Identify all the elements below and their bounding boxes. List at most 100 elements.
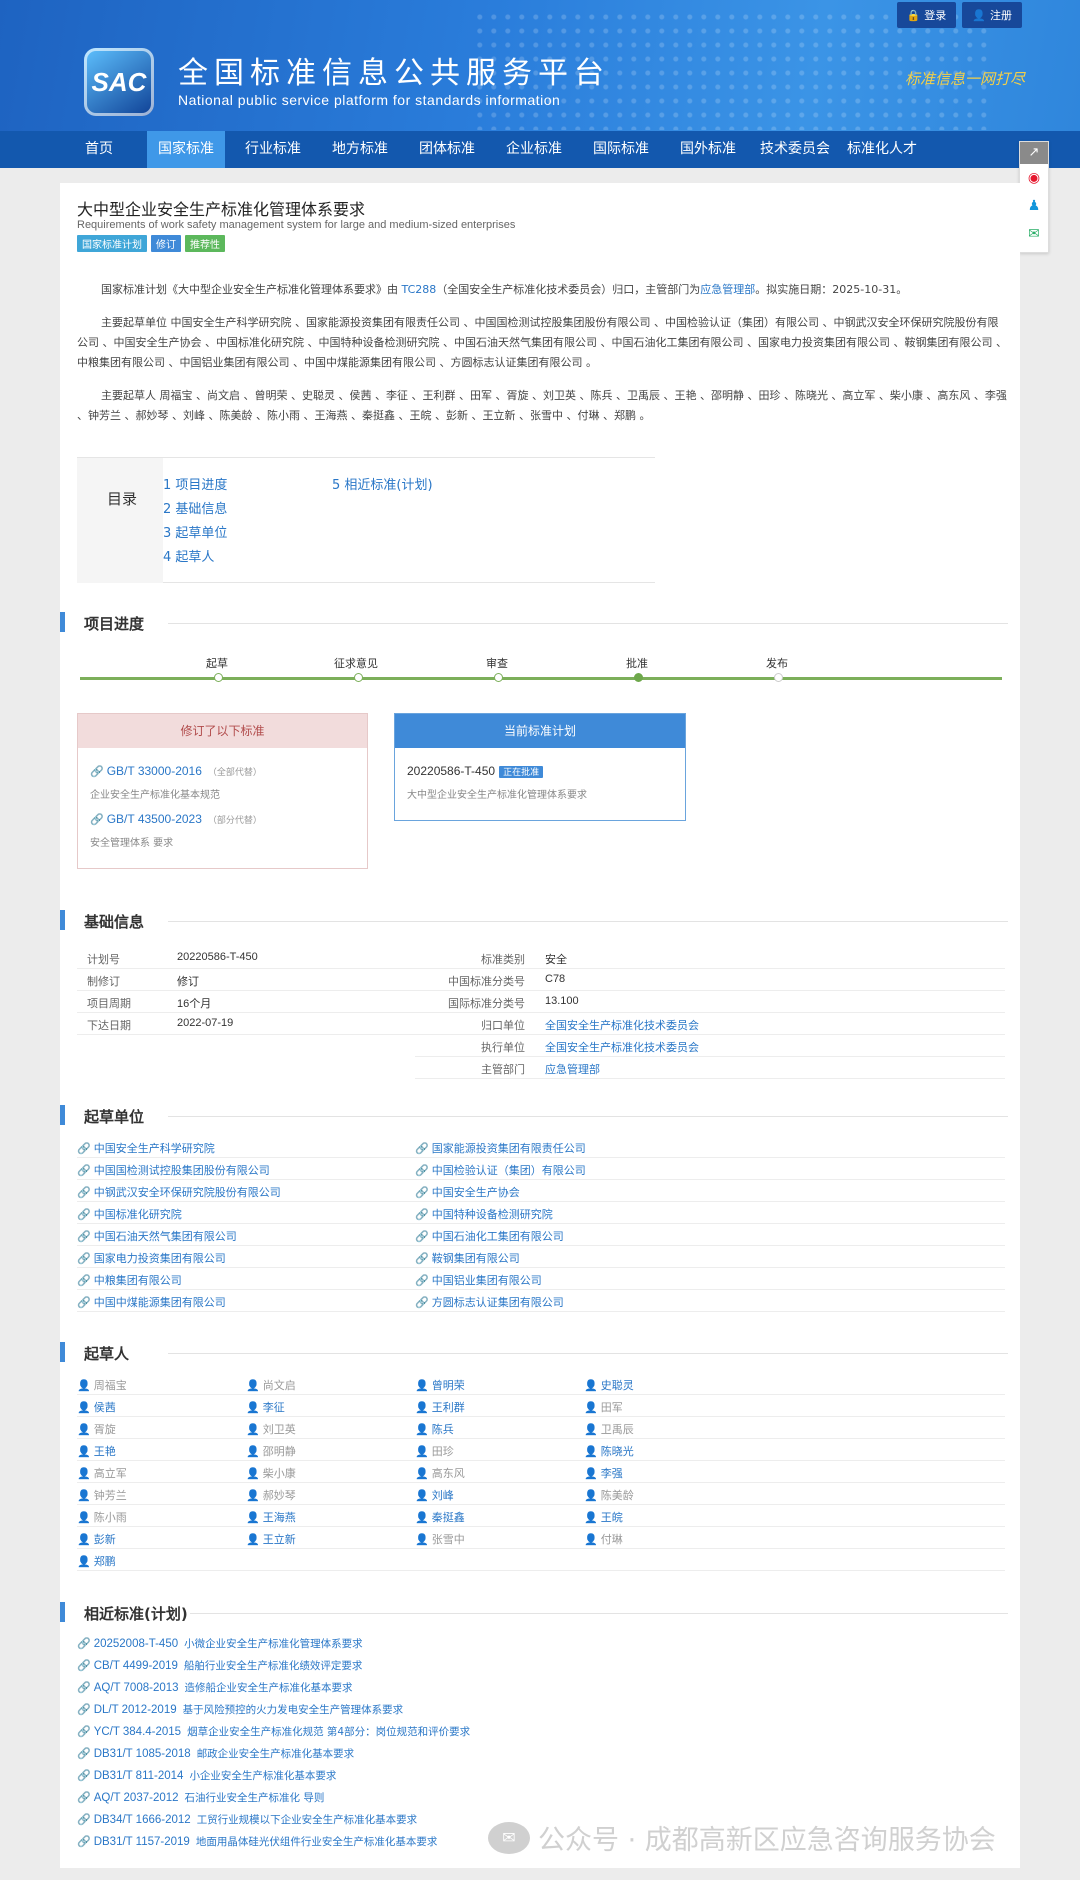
nav-national[interactable]: 国家标准 <box>147 131 225 168</box>
toc-item-progress[interactable]: 1 项目进度 <box>163 474 227 493</box>
info-row: 制修订 修订 <box>77 969 415 991</box>
nav-international[interactable]: 国际标准 <box>585 131 657 168</box>
weibo-icon[interactable]: ◉ <box>1020 164 1048 192</box>
link-icon: 🔗 <box>77 1725 91 1738</box>
unit-link[interactable]: 🔗 中钢武汉安全环保研究院股份有限公司 <box>77 1184 281 1200</box>
unit-link[interactable]: 🔗 中粮集团有限公司 <box>77 1272 182 1288</box>
section-units: 起草单位 <box>60 1105 1020 1127</box>
unit-link[interactable]: 🔗 国家电力投资集团有限公司 <box>77 1250 226 1266</box>
unit-link[interactable]: 🔗 中国国检测试控股集团股份有限公司 <box>77 1162 270 1178</box>
toc-item-basic[interactable]: 2 基础信息 <box>163 498 227 517</box>
drafter-item[interactable]: 👤 王艳 <box>77 1443 116 1459</box>
unit-link[interactable]: 🔗 中国标准化研究院 <box>77 1206 182 1222</box>
person-icon: 👤 <box>584 1401 598 1414</box>
related-standard-link[interactable]: 🔗 DB31/T 1085-2018 邮政企业安全生产标准化基本要求 <box>77 1746 354 1761</box>
revised-standards-box: 修订了以下标准 🔗 GB/T 33000-2016 （全部代替） 企业安全生产标准化… <box>77 713 368 869</box>
drafter-item[interactable]: 👤 彭新 <box>77 1531 116 1547</box>
unit-link[interactable]: 🔗 鞍钢集团有限公司 <box>415 1250 520 1266</box>
drafter-item[interactable]: 👤 王立新 <box>246 1531 296 1547</box>
drafter-item[interactable]: 👤 曾明荣 <box>415 1377 465 1393</box>
drafter-item[interactable]: 👤 李征 <box>246 1399 285 1415</box>
progress-stage-dot <box>634 673 643 682</box>
unit-link[interactable]: 🔗 中国铝业集团有限公司 <box>415 1272 542 1288</box>
toc-item-units[interactable]: 3 起草单位 <box>163 522 227 541</box>
drafters-row <box>77 1417 1005 1439</box>
toc-item-drafters[interactable]: 4 起草人 <box>163 546 214 565</box>
person-icon: 👤 <box>77 1511 91 1524</box>
link-icon: 🔗 <box>77 1769 91 1782</box>
drafter-item[interactable]: 👤 王皖 <box>584 1509 623 1525</box>
related-standard-link[interactable]: 🔗 AQ/T 2037-2012 石油行业安全生产标准化 导则 <box>77 1790 324 1805</box>
dept-link[interactable]: 应急管理部 <box>700 283 755 296</box>
person-icon: 👤 <box>415 1489 429 1502</box>
drafter-item[interactable]: 👤 王利群 <box>415 1399 465 1415</box>
drafter-item[interactable]: 👤 秦挺鑫 <box>415 1509 465 1525</box>
share-icon[interactable]: ↗ <box>1020 142 1048 164</box>
link-icon: 🔗 <box>415 1274 429 1287</box>
tc-link[interactable]: TC288 <box>402 283 437 296</box>
nav-committee[interactable]: 技术委员会 <box>756 131 834 168</box>
nav-industry[interactable]: 行业标准 <box>237 131 309 168</box>
unit-link[interactable]: 🔗 中国特种设备检测研究院 <box>415 1206 553 1222</box>
drafter-item[interactable]: 👤 刘峰 <box>415 1487 454 1503</box>
related-standard-link[interactable]: 🔗 20252008-T-450 小微企业安全生产标准化管理体系要求 <box>77 1636 363 1651</box>
register-button[interactable]: 👤 注册 <box>962 2 1022 28</box>
unit-link[interactable]: 🔗 中国中煤能源集团有限公司 <box>77 1294 226 1310</box>
person-icon: 👤 <box>246 1445 260 1458</box>
drafter-item[interactable]: 👤 陈晓光 <box>584 1443 634 1459</box>
person-icon: 👤 <box>415 1423 429 1436</box>
related-standard-link[interactable]: 🔗 DB31/T 811-2014 小企业安全生产标准化基本要求 <box>77 1768 336 1783</box>
toc-item-related[interactable]: 5 相近标准(计划) <box>332 474 433 493</box>
unit-link[interactable]: 🔗 中国安全生产科学研究院 <box>77 1140 215 1156</box>
revised-header: 修订了以下标准 <box>78 714 367 748</box>
nav-foreign[interactable]: 国外标准 <box>672 131 744 168</box>
person-icon: 👤 <box>415 1511 429 1524</box>
info-row: 计划号 20220586-T-450 <box>77 947 415 969</box>
person-icon: 👤 <box>77 1445 91 1458</box>
person-icon: 👤 <box>77 1423 91 1436</box>
related-standard-link[interactable]: 🔗 YC/T 384.4-2015 烟草企业安全生产标准化规范 第4部分：岗位规范和… <box>77 1724 470 1739</box>
sac-logo[interactable]: SAC <box>84 48 154 116</box>
unit-link[interactable]: 🔗 中国石油化工集团有限公司 <box>415 1228 564 1244</box>
nav-local[interactable]: 地方标准 <box>324 131 396 168</box>
current-plan-code-row: 20220586-T-450 正在批准 <box>407 764 544 778</box>
login-button[interactable]: 🔒 登录 <box>896 2 957 28</box>
nav-enterprise[interactable]: 企业标准 <box>498 131 570 168</box>
drafter-item[interactable]: 👤 郑鹏 <box>77 1553 116 1569</box>
link-icon: 🔗 <box>77 1142 91 1155</box>
info-row: 标准类别 安全 <box>415 947 1005 969</box>
drafter-item: 👤 陈小雨 <box>77 1511 127 1524</box>
section-related: 相近标准(计划) <box>60 1602 1020 1624</box>
unit-link[interactable]: 🔗 方圆标志认证集团有限公司 <box>415 1294 564 1310</box>
nav-talent[interactable]: 标准化人才 <box>842 131 922 168</box>
revised-item-link[interactable]: 🔗 GB/T 33000-2016 （全部代替） <box>90 764 262 778</box>
drafter-item[interactable]: 👤 陈兵 <box>415 1421 454 1437</box>
nav-group[interactable]: 团体标准 <box>411 131 483 168</box>
tag-plan: 国家标准计划 <box>77 235 147 252</box>
related-standard-link[interactable]: 🔗 DB31/T 1157-2019 地面用晶体硅光伏组件行业安全生产标准化基本要求 <box>77 1834 437 1849</box>
link-icon: 🔗 <box>77 1747 91 1760</box>
site-title-en: National public service platform for sta… <box>178 92 561 108</box>
related-standard-link[interactable]: 🔗 AQ/T 7008-2013 造修船企业安全生产标准化基本要求 <box>77 1680 353 1695</box>
unit-link[interactable]: 🔗 国家能源投资集团有限责任公司 <box>415 1140 586 1156</box>
drafter-item[interactable]: 👤 李强 <box>584 1465 623 1481</box>
related-standard-link[interactable]: 🔗 CB/T 4499-2019 船舶行业安全生产标准化绩效评定要求 <box>77 1658 362 1673</box>
unit-link[interactable]: 🔗 中国安全生产协会 <box>415 1184 520 1200</box>
drafter-item[interactable]: 👤 王海燕 <box>246 1509 296 1525</box>
drafter-item[interactable]: 👤 史聪灵 <box>584 1377 634 1393</box>
person-icon: 👤 <box>584 1423 598 1436</box>
related-standard-link[interactable]: 🔗 DB34/T 1666-2012 工贸行业规模以下企业安全生产标准化基本要求 <box>77 1812 417 1827</box>
qq-icon[interactable]: ♟ <box>1020 192 1048 220</box>
related-standard-link[interactable]: 🔗 DL/T 2012-2019 基于风险预控的火力发电安全生产管理体系要求 <box>77 1702 403 1717</box>
person-icon: 👤 <box>246 1533 260 1546</box>
unit-link[interactable]: 🔗 中国石油天然气集团有限公司 <box>77 1228 237 1244</box>
unit-link[interactable]: 🔗 中国检验认证（集团）有限公司 <box>415 1162 586 1178</box>
person-icon: 👤 <box>584 1467 598 1480</box>
nav-home[interactable]: 首页 <box>72 131 126 168</box>
drafter-item: 👤 郝妙琴 <box>246 1489 296 1502</box>
drafters-paragraph: 主要起草人 周福宝 、尚文启 、曾明荣 、史聪灵 、侯茜 、李征 、王利群 、田… <box>77 389 1007 422</box>
revised-item-link[interactable]: 🔗 GB/T 43500-2023 （部分代替） <box>90 812 262 826</box>
link-icon: 🔗 <box>415 1186 429 1199</box>
wechat-icon[interactable]: ✉ <box>1020 220 1048 248</box>
drafter-item[interactable]: 👤 侯茜 <box>77 1399 116 1415</box>
